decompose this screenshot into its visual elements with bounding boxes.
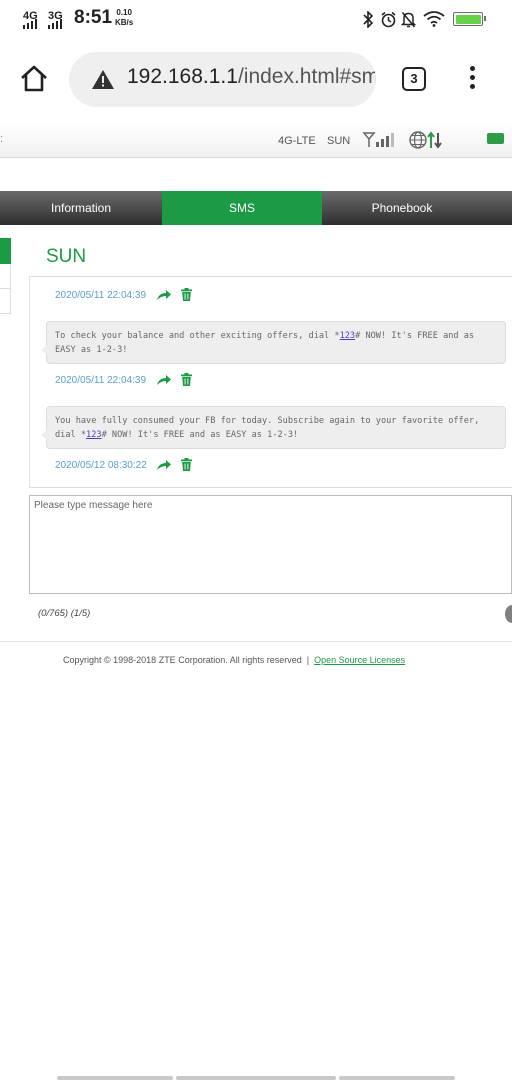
delete-icon[interactable] — [181, 458, 192, 471]
side-menu-item[interactable] — [0, 264, 11, 289]
footer-divider — [0, 641, 512, 642]
network-speed: 0.10 KB/s — [115, 8, 133, 28]
send-button[interactable] — [505, 605, 512, 623]
forward-icon[interactable] — [156, 289, 172, 301]
gesture-bar — [176, 1076, 336, 1080]
left-edge-mark: : — [0, 133, 4, 145]
speed-value: 0.10 — [116, 8, 132, 17]
tab-phonebook[interactable]: Phonebook — [322, 191, 482, 225]
signal-bars-1-icon — [23, 19, 39, 29]
mute-bell-icon — [401, 12, 416, 28]
conversation-contact-title: SUN — [46, 246, 87, 267]
side-menu — [0, 238, 11, 314]
delete-icon[interactable] — [181, 288, 192, 301]
signal-strength-icon — [362, 132, 394, 147]
url-host: 192.168.1.1 — [127, 65, 238, 88]
forward-icon[interactable] — [156, 459, 172, 471]
bluetooth-icon — [363, 11, 374, 28]
side-menu-item-active[interactable] — [0, 238, 11, 264]
wifi-icon — [423, 11, 445, 27]
gesture-bar — [339, 1076, 455, 1080]
overflow-menu-icon[interactable] — [466, 66, 478, 94]
url-path: /index.html#sms — [237, 65, 376, 88]
message-timestamp: 2020/05/11 22:04:39 — [55, 290, 147, 301]
network-type-label: 4G-LTE — [278, 135, 316, 147]
side-menu-item[interactable] — [0, 289, 11, 314]
footer-separator: | — [306, 655, 310, 665]
forward-icon[interactable] — [156, 374, 172, 386]
tab-sms[interactable]: SMS — [162, 191, 322, 225]
status-bar: 4G 3G 8:51 0.10 KB/s — [0, 0, 512, 38]
message-link[interactable]: 123 — [340, 331, 356, 341]
battery-icon — [453, 12, 486, 26]
message-composer — [29, 495, 512, 594]
message-bubble: You have fully consumed your FB for toda… — [41, 406, 506, 449]
message-bubble: To check your balance and other exciting… — [41, 321, 506, 364]
message-text: To check your balance and other exciting… — [55, 331, 340, 341]
message-timestamp: 2020/05/12 08:30:22 — [55, 460, 147, 471]
delete-icon[interactable] — [181, 373, 192, 386]
main-nav: Information SMS Phonebook — [0, 191, 512, 225]
alarm-icon — [381, 11, 396, 28]
home-icon[interactable] — [18, 63, 50, 95]
clock: 8:51 — [74, 7, 113, 28]
signal-bars-2-icon — [48, 19, 64, 29]
message-link[interactable]: 123 — [86, 430, 102, 440]
message-timestamp: 2020/05/11 22:04:39 — [55, 375, 147, 386]
carrier-label: SUN — [327, 135, 351, 147]
footer: Copyright © 1998-2018 ZTE Corporation. A… — [63, 655, 405, 665]
copyright-text: Copyright © 1998-2018 ZTE Corporation. A… — [63, 655, 302, 665]
warning-icon[interactable] — [91, 69, 115, 90]
speed-unit: KB/s — [115, 18, 134, 27]
gesture-bar — [57, 1076, 173, 1080]
router-status-bar: : 4G-LTE SUN — [0, 122, 512, 158]
internet-globe-icon — [409, 131, 442, 149]
character-counter: (0/765) (1/5) — [38, 608, 91, 619]
message-input[interactable] — [30, 496, 511, 593]
url-text[interactable]: 192.168.1.1/index.html#sms — [127, 65, 376, 89]
address-bar[interactable]: 192.168.1.1/index.html#sms — [69, 52, 376, 107]
tab-information[interactable]: Information — [0, 191, 162, 225]
tab-switcher-icon[interactable]: 3 — [402, 67, 426, 91]
open-source-licenses-link[interactable]: Open Source Licenses — [314, 655, 405, 665]
sms-indicator-icon[interactable] — [487, 133, 504, 144]
message-text-end: # NOW! It's FREE and as EASY as 1-2-3! — [101, 430, 299, 440]
